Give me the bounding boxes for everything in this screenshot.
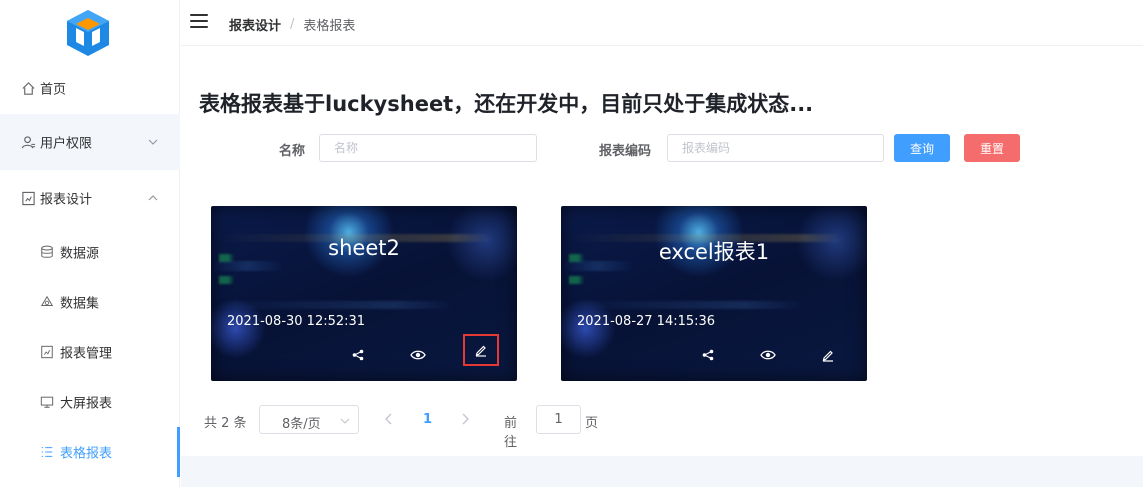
card-title: excel报表1	[658, 240, 770, 264]
page-number-current[interactable]: 1	[423, 412, 432, 427]
sidebar-item-label: 报表管理	[60, 346, 113, 362]
reset-button[interactable]: 重置	[964, 134, 1020, 162]
name-label: 名称	[279, 144, 306, 159]
preview-button[interactable]	[403, 340, 433, 370]
chevron-down-icon	[340, 418, 350, 424]
sidebar-item-label: 数据集	[60, 296, 100, 312]
preview-button[interactable]	[753, 340, 783, 370]
next-page-icon[interactable]	[460, 413, 470, 425]
share-icon	[352, 349, 364, 361]
share-button[interactable]	[343, 340, 373, 370]
sidebar-item-sheet-report[interactable]: 表格报表	[0, 427, 180, 477]
page-suffix: 页	[585, 416, 599, 431]
card-date: 2021-08-30 12:52:31	[227, 314, 366, 329]
eye-icon	[760, 350, 776, 360]
top-bar: 报表设计 / 表格报表	[181, 0, 1143, 46]
card-title: sheet2	[328, 236, 400, 260]
database-icon	[40, 245, 54, 259]
sidebar-item-label: 用户权限	[40, 136, 93, 152]
prev-page-icon[interactable]	[384, 413, 394, 425]
sidebar-item-label: 表格报表	[60, 446, 113, 462]
share-icon	[702, 349, 714, 361]
sidebar-item-report-design[interactable]: 报表设计	[0, 170, 180, 226]
breadcrumb-separator: /	[290, 17, 295, 32]
hamburger-menu-icon[interactable]	[190, 14, 210, 30]
sidebar-item-label: 数据源	[60, 246, 100, 262]
sidebar-item-dataset[interactable]: 数据集	[0, 277, 180, 327]
goto-page-input[interactable]	[536, 405, 581, 434]
sidebar-item-big-screen[interactable]: 大屏报表	[0, 377, 180, 427]
chevron-down-icon	[148, 139, 158, 145]
page-title: 表格报表基于luckysheet，还在开发中，目前只处于集成状态...	[199, 92, 814, 116]
report-code-label: 报表编码	[599, 144, 652, 159]
edit-button[interactable]	[463, 334, 499, 366]
report-design-icon	[20, 190, 36, 206]
footer-strip	[181, 456, 1143, 487]
breadcrumb-current: 表格报表	[303, 19, 356, 34]
sidebar-item-label: 报表设计	[40, 192, 93, 208]
report-card[interactable]: excel报表1 2021-08-27 14:15:36	[561, 206, 867, 381]
monitor-icon	[40, 395, 54, 409]
sidebar-item-home[interactable]: 首页	[0, 60, 180, 116]
eye-icon	[410, 350, 426, 360]
query-button[interactable]: 查询	[894, 134, 950, 162]
sidebar-item-user-permission[interactable]: 用户权限	[0, 114, 180, 170]
sidebar: 首页 用户权限 报表设计 数据源 数据集 报表管理 大屏报表 表格报表	[0, 0, 180, 487]
sidebar-item-report-manage[interactable]: 报表管理	[0, 327, 180, 377]
sidebar-item-datasource[interactable]: 数据源	[0, 227, 180, 277]
page-size-select[interactable]: 8条/页	[259, 405, 359, 434]
report-card[interactable]: sheet2 2021-08-30 12:52:31	[211, 206, 517, 381]
name-input[interactable]	[319, 134, 537, 162]
breadcrumb: 报表设计 / 表格报表	[229, 15, 355, 34]
app-logo-icon	[67, 10, 109, 56]
edit-button[interactable]	[813, 340, 843, 370]
share-button[interactable]	[693, 340, 723, 370]
breadcrumb-parent[interactable]: 报表设计	[229, 15, 281, 34]
sidebar-item-label: 首页	[40, 82, 67, 98]
report-code-input[interactable]	[667, 134, 884, 162]
pagination-total: 共 2 条	[204, 416, 247, 431]
user-icon	[20, 134, 36, 150]
edit-pencil-icon	[475, 345, 486, 357]
dataset-icon	[40, 295, 54, 309]
list-icon	[40, 445, 54, 459]
card-date: 2021-08-27 14:15:36	[577, 314, 716, 329]
edit-pencil-icon	[822, 350, 833, 362]
report-manage-icon	[40, 345, 54, 359]
sidebar-item-label: 大屏报表	[60, 396, 113, 412]
chevron-up-icon	[148, 195, 158, 201]
page-size-value: 8条/页	[282, 417, 321, 432]
goto-label: 前往	[504, 416, 518, 450]
home-icon	[20, 80, 36, 96]
